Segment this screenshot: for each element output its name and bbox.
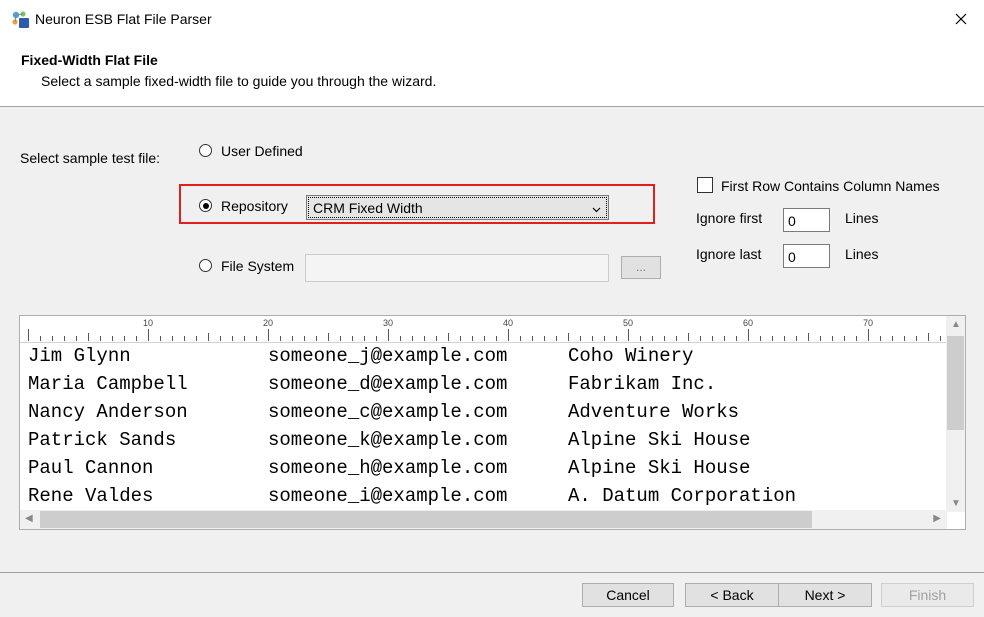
ignore-first-input[interactable]: 0 [783, 208, 830, 232]
user-defined-label[interactable]: User Defined [221, 143, 303, 159]
cancel-button[interactable]: Cancel [582, 583, 674, 607]
repository-dropdown-value: CRM Fixed Width [313, 200, 423, 216]
table-cell: someone_h@example.com [268, 457, 508, 479]
table-row: Paul Cannon someone_h@example.com Alpine S… [20, 454, 947, 482]
table-cell: Alpine Ski House [568, 457, 751, 479]
finish-button[interactable]: Finish [881, 583, 974, 607]
repository-label[interactable]: Repository [221, 198, 288, 214]
sample-file-label: Select sample test file: [20, 150, 161, 166]
vertical-scroll-thumb[interactable] [947, 336, 964, 430]
column-ruler: 10 20 30 40 50 60 70 [20, 316, 947, 343]
close-icon [955, 13, 967, 25]
title-bar: Neuron ESB Flat File Parser [0, 0, 984, 38]
table-cell: Maria Campbell [28, 373, 188, 395]
first-row-column-names-label[interactable]: First Row Contains Column Names [721, 178, 940, 194]
ruler-label: 50 [623, 318, 633, 328]
scroll-right-icon[interactable]: ▶ [933, 513, 941, 524]
table-cell: someone_c@example.com [268, 401, 508, 423]
table-cell: Fabrikam Inc. [568, 373, 717, 395]
table-cell: Jim Glynn [28, 345, 131, 367]
table-cell: Nancy Anderson [28, 401, 188, 423]
preview-rows: Jim Glynn someone_j@example.com Coho Winer… [20, 342, 947, 510]
table-cell: someone_d@example.com [268, 373, 508, 395]
file-preview[interactable]: 10 20 30 40 50 60 70 Jim Glynn someone_j@exampl… [19, 315, 966, 530]
app-icon [10, 9, 30, 29]
table-cell: someone_j@example.com [268, 345, 508, 367]
ignore-first-label: Ignore first [696, 210, 763, 226]
next-button[interactable]: Next > [778, 583, 872, 607]
table-cell: Adventure Works [568, 401, 740, 423]
table-cell: Patrick Sands [28, 429, 177, 451]
ignore-last-label: Ignore last [696, 246, 762, 262]
table-row: Maria Campbell someone_d@example.com Fabri… [20, 370, 947, 398]
page-subtitle: Select a sample fixed-width file to guid… [41, 73, 437, 89]
ruler-label: 70 [863, 318, 873, 328]
table-row: Patrick Sands someone_k@example.com Alpine… [20, 426, 947, 454]
vertical-scrollbar[interactable]: ▲ ▼ [946, 316, 965, 512]
scroll-left-icon[interactable]: ◀ [25, 513, 33, 524]
scroll-up-icon[interactable]: ▲ [951, 319, 961, 330]
browse-button[interactable]: ... [621, 256, 661, 279]
back-button[interactable]: < Back [685, 583, 779, 607]
table-row: Jim Glynn someone_j@example.com Coho Winer… [20, 342, 947, 370]
ruler-label: 10 [143, 318, 153, 328]
ruler-label: 60 [743, 318, 753, 328]
chevron-down-icon [592, 201, 601, 217]
first-row-column-names-checkbox[interactable] [697, 177, 713, 193]
table-cell: someone_i@example.com [268, 485, 508, 507]
repository-dropdown[interactable]: CRM Fixed Width [306, 195, 609, 220]
ruler-label: 40 [503, 318, 513, 328]
table-row: Nancy Anderson someone_c@example.com Adven… [20, 398, 947, 426]
ruler-label: 30 [383, 318, 393, 328]
file-system-path-input[interactable] [305, 254, 609, 282]
table-row: Rene Valdes someone_i@example.com A. Datum… [20, 482, 947, 510]
ruler-label: 20 [263, 318, 273, 328]
scroll-down-icon[interactable]: ▼ [951, 498, 961, 509]
window-title: Neuron ESB Flat File Parser [35, 11, 212, 27]
table-cell: someone_k@example.com [268, 429, 508, 451]
footer-divider [0, 572, 984, 573]
ignore-last-lines-label: Lines [845, 246, 879, 262]
user-defined-radio[interactable] [199, 144, 212, 157]
close-button[interactable] [938, 0, 984, 38]
wizard-header: Fixed-Width Flat File Select a sample fi… [0, 38, 984, 107]
file-system-label[interactable]: File System [221, 258, 294, 274]
ignore-first-lines-label: Lines [845, 210, 879, 226]
page-title: Fixed-Width Flat File [21, 52, 158, 68]
table-cell: Paul Cannon [28, 457, 154, 479]
table-cell: Rene Valdes [28, 485, 154, 507]
horizontal-scrollbar[interactable]: ◀ ▶ [20, 510, 947, 529]
ignore-last-input[interactable]: 0 [783, 244, 830, 268]
file-system-radio[interactable] [199, 259, 212, 272]
repository-radio[interactable] [199, 199, 212, 212]
table-cell: Coho Winery [568, 345, 694, 367]
horizontal-scroll-thumb[interactable] [40, 511, 812, 528]
table-cell: A. Datum Corporation [568, 485, 797, 507]
table-cell: Alpine Ski House [568, 429, 751, 451]
